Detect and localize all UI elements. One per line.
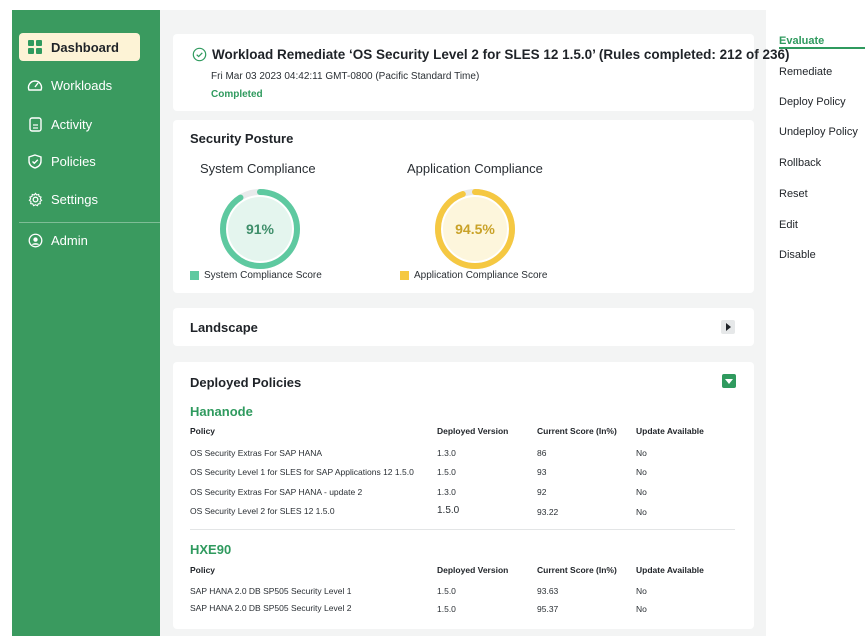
card-title: Deployed Policies <box>190 375 302 390</box>
caret-right-icon <box>725 323 731 331</box>
gauge-icon <box>27 77 43 93</box>
sidebar-item-label: Settings <box>51 191 98 207</box>
cell-version: 1.5.0 <box>437 505 460 516</box>
legend-swatch <box>190 271 199 280</box>
sidebar-item-activity[interactable]: Activity <box>19 110 140 138</box>
cell-policy: OS Security Extras For SAP HANA - update… <box>190 487 363 497</box>
cell-version: 1.5.0 <box>437 586 456 596</box>
system-compliance-gauge: 91% <box>217 186 303 272</box>
gear-icon <box>27 191 43 207</box>
column-header-policy: Policy <box>190 565 216 575</box>
legend-swatch <box>400 271 409 280</box>
landscape-card[interactable]: Landscape <box>173 308 754 346</box>
deployed-policies-card: Deployed Policies Hananode Policy Deploy… <box>173 362 754 629</box>
check-circle-icon <box>192 47 207 62</box>
action-edit[interactable]: Edit <box>779 219 798 231</box>
application-compliance-label: Application Compliance <box>407 161 543 176</box>
column-header-score: Current Score (In%) <box>537 565 617 575</box>
status-badge: Completed <box>211 89 263 100</box>
cell-score: 86 <box>537 448 547 458</box>
column-header-update: Update Available <box>636 565 704 575</box>
column-header-version: Deployed Version <box>437 565 509 575</box>
cell-score: 92 <box>537 487 547 497</box>
sidebar-panel: Dashboard Workloads Activity Policies Se… <box>12 10 160 636</box>
action-reset[interactable]: Reset <box>779 188 808 200</box>
cell-update: No <box>636 604 647 614</box>
security-posture-card: Security Posture System Compliance 91% S… <box>173 120 754 293</box>
sidebar-item-label: Dashboard <box>51 39 119 55</box>
group-divider <box>190 529 735 530</box>
cell-score: 95.37 <box>537 604 559 614</box>
cell-score: 93 <box>537 467 547 477</box>
cell-policy: OS Security Level 2 for SLES 12 1.5.0 <box>190 506 335 516</box>
sidebar-item-workloads[interactable]: Workloads <box>19 71 140 99</box>
sidebar: Dashboard Workloads Activity Policies Se… <box>0 0 160 636</box>
sidebar-item-dashboard[interactable]: Dashboard <box>19 33 140 61</box>
application-compliance-value: 94.5% <box>455 221 495 237</box>
sidebar-divider <box>19 222 160 223</box>
action-evaluate[interactable]: Evaluate <box>779 35 824 47</box>
cell-version: 1.3.0 <box>437 448 456 458</box>
column-header-update: Update Available <box>636 426 704 436</box>
system-compliance-legend: System Compliance Score <box>190 270 322 281</box>
system-compliance-label: System Compliance <box>200 161 316 176</box>
cell-version: 1.3.0 <box>437 487 456 497</box>
cell-score: 93.22 <box>537 507 559 517</box>
sidebar-item-label: Workloads <box>51 77 113 93</box>
cell-update: No <box>636 448 647 458</box>
cell-update: No <box>636 586 647 596</box>
user-circle-icon <box>27 232 43 248</box>
cell-update: No <box>636 467 647 477</box>
application-compliance-legend: Application Compliance Score <box>400 270 547 281</box>
expand-toggle-button[interactable] <box>721 320 735 334</box>
cell-version: 1.5.0 <box>437 604 456 614</box>
application-compliance-gauge: 94.5% <box>432 186 518 272</box>
cell-policy: SAP HANA 2.0 DB SP505 Security Level 1 <box>190 586 352 596</box>
workload-title: Workload Remediate ‘OS Security Level 2 … <box>192 47 789 62</box>
group-title-hxe90: HXE90 <box>190 542 232 557</box>
grid-icon <box>27 39 43 55</box>
cell-score: 93.63 <box>537 586 559 596</box>
cell-policy: OS Security Extras For SAP HANA <box>190 448 323 458</box>
sidebar-item-admin[interactable]: Admin <box>19 226 140 254</box>
cell-policy: SAP HANA 2.0 DB SP505 Security Level 2 <box>190 603 352 613</box>
sidebar-item-policies[interactable]: Policies <box>19 147 140 175</box>
card-title: Landscape <box>190 320 258 335</box>
sidebar-item-label: Policies <box>51 153 96 169</box>
caret-down-icon <box>725 378 733 384</box>
column-header-version: Deployed Version <box>437 426 509 436</box>
cell-policy: OS Security Level 1 for SLES for SAP App… <box>190 467 414 477</box>
column-header-score: Current Score (In%) <box>537 426 617 436</box>
main-content: Workload Remediate ‘OS Security Level 2 … <box>160 10 789 636</box>
document-icon <box>27 116 43 132</box>
action-deploy-policy[interactable]: Deploy Policy <box>779 96 846 108</box>
active-action-indicator <box>779 47 865 49</box>
cell-update: No <box>636 487 647 497</box>
column-header-policy: Policy <box>190 426 216 436</box>
shield-check-icon <box>27 153 43 169</box>
action-remediate[interactable]: Remediate <box>779 66 832 78</box>
legend-label: Application Compliance Score <box>414 270 548 281</box>
sidebar-item-settings[interactable]: Settings <box>19 185 140 213</box>
legend-label: System Compliance Score <box>204 270 322 281</box>
action-disable[interactable]: Disable <box>779 249 816 261</box>
sidebar-item-label: Activity <box>51 116 93 132</box>
card-title: Security Posture <box>190 131 294 146</box>
collapse-toggle-button[interactable] <box>722 374 736 388</box>
workload-status-card: Workload Remediate ‘OS Security Level 2 … <box>173 34 789 111</box>
system-compliance-value: 91% <box>246 221 275 237</box>
group-title-hananode: Hananode <box>190 404 253 419</box>
workload-title-text: Workload Remediate ‘OS Security Level 2 … <box>212 47 790 62</box>
cell-version: 1.5.0 <box>437 467 456 477</box>
sidebar-item-label: Admin <box>51 232 88 248</box>
workload-timestamp: Fri Mar 03 2023 04:42:11 GMT-0800 (Pacif… <box>211 71 480 82</box>
action-undeploy-policy[interactable]: Undeploy Policy <box>779 126 858 138</box>
cell-update: No <box>636 507 647 517</box>
action-rollback[interactable]: Rollback <box>779 157 821 169</box>
